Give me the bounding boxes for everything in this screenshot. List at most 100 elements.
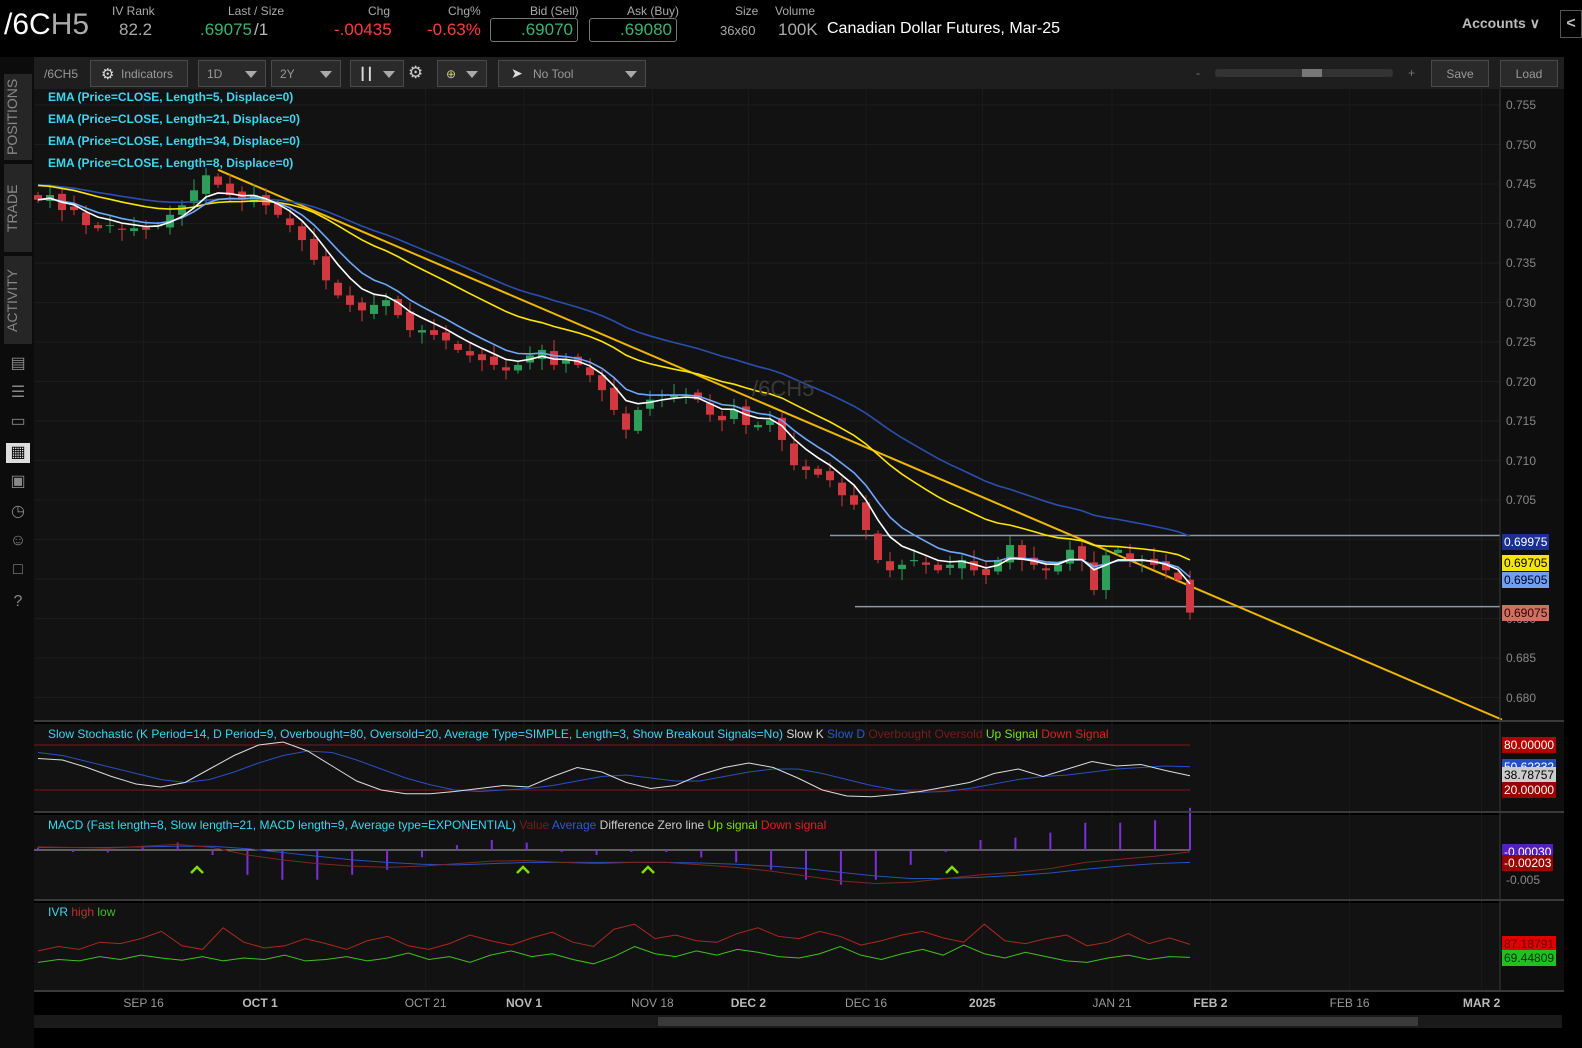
candle-body: [874, 533, 882, 561]
macd-average-tag: -0.00203: [1502, 855, 1554, 871]
macd-histogram-bar: [979, 840, 982, 850]
candle-body: [118, 228, 126, 230]
price-axis-label: 0.705: [1506, 493, 1537, 507]
price-axis-label: 0.750: [1506, 137, 1537, 152]
symbol-watermark: /6CH5: [752, 376, 815, 401]
date-axis-label: FEB 2: [1193, 996, 1228, 1010]
macd-histogram-bar: [525, 842, 528, 850]
candle-body: [82, 212, 90, 226]
date-axis-label: NOV 1: [505, 996, 543, 1010]
legend-value: Value: [519, 818, 550, 832]
ema21-tag: 0.69705: [1502, 555, 1550, 571]
candle-body: [178, 205, 186, 215]
last-price-tag: 0.69075: [1502, 605, 1550, 621]
ivr-legend: IVR high low: [48, 905, 115, 919]
candle-body: [1066, 549, 1074, 564]
candle-body: [850, 495, 858, 505]
date-axis-label: SEP 16: [123, 996, 164, 1010]
candle-body: [922, 562, 930, 565]
candle-body: [910, 560, 918, 562]
candle-body: [514, 364, 522, 371]
date-axis-label: OCT 21: [404, 996, 447, 1010]
date-axis-label: DEC 16: [844, 996, 888, 1010]
price-axis-label: 0.680: [1506, 690, 1537, 705]
candle-body: [130, 228, 138, 232]
candle-body: [214, 176, 222, 185]
ivr-low-tag: 69.44809: [1502, 950, 1557, 966]
macd-histogram-bar: [770, 850, 773, 870]
legend-macd-up: Up signal: [707, 818, 758, 832]
candle-body: [946, 564, 954, 568]
candle-body: [562, 360, 570, 364]
ema5-label: EMA (Price=CLOSE, Length=5, Displace=0): [48, 90, 294, 104]
price-axis-label: 0.730: [1506, 295, 1537, 310]
candle-body: [142, 227, 150, 230]
legend-overbought: Overbought: [868, 727, 932, 741]
macd-legend: MACD (Fast length=8, Slow length=21, MAC…: [48, 818, 826, 832]
candle-body: [1186, 579, 1194, 613]
legend-ivr-high: high: [71, 905, 95, 919]
date-axis-label: DEC 2: [730, 996, 767, 1010]
candle-body: [826, 471, 834, 481]
macd-axis-label: -0.005: [1506, 873, 1541, 887]
price-axis-label: 0.715: [1506, 414, 1537, 428]
macd-histogram-bar: [490, 840, 493, 850]
ema8-label: EMA (Price=CLOSE, Length=8, Displace=0): [48, 156, 294, 170]
price-axis-label: 0.725: [1506, 335, 1537, 349]
overbought-tag: 80.00000: [1502, 737, 1557, 753]
price-axis-label: 0.735: [1506, 256, 1537, 270]
macd-histogram-bar: [944, 850, 947, 852]
candle-body: [202, 175, 210, 194]
candle-body: [334, 282, 342, 296]
ivr-panel: [34, 903, 1500, 991]
candle-body: [1102, 555, 1110, 591]
candle-body: [322, 256, 330, 281]
ivr-title: IVR: [48, 905, 69, 919]
candle-body: [634, 409, 642, 431]
legend-ivr-low: low: [97, 905, 116, 919]
oversold-tag: 20.00000: [1502, 782, 1557, 798]
candle-body: [802, 466, 810, 470]
candle-body: [886, 561, 894, 571]
macd-histogram-bar: [1049, 832, 1052, 850]
date-axis-label: 2025: [969, 996, 996, 1010]
candle-body: [298, 226, 306, 241]
macd-histogram-bar: [421, 850, 423, 858]
legend-macd-down: Down signal: [760, 818, 827, 832]
ema8-tag: 0.69505: [1502, 572, 1550, 588]
candle-body: [814, 468, 822, 475]
macd-histogram-bar: [909, 850, 912, 865]
candle-body: [490, 356, 498, 365]
macd-histogram-bar: [630, 850, 633, 852]
candle-body: [622, 413, 630, 430]
candle-body: [1114, 549, 1122, 553]
candle-body: [862, 502, 870, 531]
candle-body: [94, 225, 102, 229]
price-axis-label: 0.745: [1506, 177, 1537, 191]
date-axis-label: MAR 2: [1462, 996, 1501, 1010]
candle-body: [106, 225, 114, 227]
legend-oversold: Oversold: [934, 727, 983, 741]
candle-body: [1078, 546, 1086, 561]
price-axis-label: 0.755: [1506, 98, 1537, 112]
scrollbar-thumb[interactable]: [658, 1017, 1418, 1026]
stochastic-legend: Slow Stochastic (K Period=14, D Period=9…: [48, 727, 1109, 741]
legend-difference: Difference: [599, 818, 655, 832]
candle-body: [502, 367, 510, 371]
macd-histogram-bar: [595, 850, 598, 855]
macd-histogram-bar: [700, 850, 703, 858]
macd-histogram-bar: [1084, 822, 1087, 850]
horizontal-scrollbar[interactable]: [34, 1015, 1562, 1028]
candle-body: [346, 295, 354, 305]
candle-body: [478, 354, 486, 361]
date-axis-label: FEB 16: [1329, 996, 1370, 1010]
legend-down-signal: Down Signal: [1041, 727, 1109, 741]
legend-average: Average: [551, 818, 597, 832]
legend-up-signal: Up Signal: [985, 727, 1038, 741]
ema21-label: EMA (Price=CLOSE, Length=21, Displace=0): [48, 112, 300, 126]
candle-body: [838, 482, 846, 496]
candle-body: [982, 569, 990, 576]
candle-body: [442, 332, 450, 341]
macd-histogram-bar: [1014, 837, 1017, 850]
slow-k-tag: 38.78757: [1502, 767, 1557, 783]
